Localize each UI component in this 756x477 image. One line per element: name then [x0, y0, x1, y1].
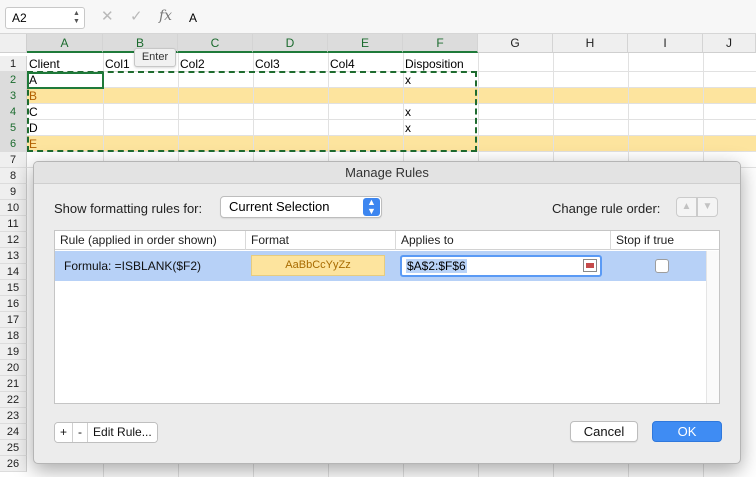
active-cell-outline — [27, 72, 104, 89]
cell-f5[interactable]: x — [403, 120, 411, 136]
row-header-1[interactable]: 1 — [0, 56, 27, 72]
rules-scope-select[interactable]: Current Selection ▲ ▼ — [220, 196, 382, 218]
arrow-down-icon: ▼ — [702, 201, 713, 212]
row-header-8[interactable]: 8 — [0, 168, 27, 184]
column-header-e[interactable]: E — [328, 34, 403, 53]
row-header-4[interactable]: 4 — [0, 104, 27, 120]
row-header-7[interactable]: 7 — [0, 152, 27, 168]
row-header-21[interactable]: 21 — [0, 376, 27, 392]
cell-f2[interactable]: x — [403, 72, 411, 88]
cell-a6[interactable]: E — [27, 136, 37, 152]
format-preview: AaBbCcYyZz — [251, 255, 385, 276]
formula-input[interactable]: A — [189, 11, 197, 25]
rules-scope-value: Current Selection — [229, 199, 330, 214]
confirm-entry-icon[interactable]: ✓ — [130, 8, 143, 26]
cell-e1[interactable]: Col4 — [328, 56, 355, 72]
rules-table: Rule (applied in order shown) Format App… — [54, 230, 720, 404]
formula-bar: A2 ▲ ▼ ✕ ✓ fx A — [0, 0, 756, 34]
remove-rule-button[interactable]: - — [73, 423, 89, 442]
cell-d1[interactable]: Col3 — [253, 56, 280, 72]
row-header-20[interactable]: 20 — [0, 360, 27, 376]
cell-a3[interactable]: B — [27, 88, 37, 104]
rules-table-header: Rule (applied in order shown) Format App… — [55, 231, 719, 250]
row-header-5[interactable]: 5 — [0, 120, 27, 136]
gridline — [27, 151, 756, 152]
select-all-corner[interactable] — [0, 34, 27, 53]
rules-table-scrollbar[interactable] — [706, 251, 719, 403]
cell-a1[interactable]: Client — [27, 56, 60, 72]
name-box-stepper-icon[interactable]: ▲ ▼ — [72, 10, 81, 26]
stop-if-true-checkbox[interactable] — [655, 259, 669, 273]
gridline — [27, 135, 756, 136]
row-header-15[interactable]: 15 — [0, 280, 27, 296]
cancel-entry-icon[interactable]: ✕ — [101, 8, 114, 26]
gridline — [27, 119, 756, 120]
column-header-i[interactable]: I — [628, 34, 703, 53]
row-header-12[interactable]: 12 — [0, 232, 27, 248]
manage-rules-dialog: Manage Rules Show formatting rules for: … — [33, 161, 741, 464]
row-header-2[interactable]: 2 — [0, 72, 27, 88]
column-header-d[interactable]: D — [253, 34, 328, 53]
show-rules-label: Show formatting rules for: — [54, 201, 203, 216]
applies-to-input[interactable]: $A$2:$F$6 — [400, 255, 602, 277]
move-rule-down-button[interactable]: ▼ — [697, 197, 718, 217]
column-header-g[interactable]: G — [478, 34, 553, 53]
cell-f4[interactable]: x — [403, 104, 411, 120]
row-highlight-6 — [27, 136, 756, 152]
chevron-updown-icon[interactable]: ▲ ▼ — [363, 198, 380, 216]
cell-a4[interactable]: C — [27, 104, 38, 120]
cell-b1[interactable]: Col1 — [103, 56, 130, 72]
row-header-14[interactable]: 14 — [0, 264, 27, 280]
mode-tooltip: Enter — [134, 48, 176, 67]
rule-order-label: Change rule order: — [552, 201, 661, 216]
row-header-19[interactable]: 19 — [0, 344, 27, 360]
edit-rule-button[interactable]: Edit Rule... — [88, 423, 157, 442]
add-rule-button[interactable]: + — [55, 423, 74, 442]
cell-c1[interactable]: Col2 — [178, 56, 205, 72]
row-header-18[interactable]: 18 — [0, 328, 27, 344]
dialog-title: Manage Rules — [34, 162, 740, 184]
rule-formula: Formula: =ISBLANK($F2) — [64, 259, 202, 273]
name-box-value: A2 — [12, 11, 27, 25]
range-picker-icon[interactable] — [583, 259, 597, 272]
row-header-23[interactable]: 23 — [0, 408, 27, 424]
insert-function-icon[interactable]: fx — [159, 8, 172, 24]
row-header-3[interactable]: 3 — [0, 88, 27, 104]
column-header-c[interactable]: C — [178, 34, 253, 53]
move-rule-up-button[interactable]: ▲ — [676, 197, 697, 217]
row-header-25[interactable]: 25 — [0, 440, 27, 456]
row-header-13[interactable]: 13 — [0, 248, 27, 264]
header-rule[interactable]: Rule (applied in order shown) — [55, 231, 246, 250]
column-header-h[interactable]: H — [553, 34, 628, 53]
row-header-17[interactable]: 17 — [0, 312, 27, 328]
row-header-16[interactable]: 16 — [0, 296, 27, 312]
row-highlight-3 — [27, 88, 756, 104]
cancel-button[interactable]: Cancel — [570, 421, 638, 442]
row-header-6[interactable]: 6 — [0, 136, 27, 152]
applies-to-value: $A$2:$F$6 — [406, 259, 467, 273]
gridline — [27, 103, 756, 104]
row-header-26[interactable]: 26 — [0, 456, 27, 472]
row-header-24[interactable]: 24 — [0, 424, 27, 440]
row-header-11[interactable]: 11 — [0, 216, 27, 232]
ok-button[interactable]: OK — [652, 421, 722, 442]
gridline — [27, 71, 756, 72]
arrow-up-icon: ▲ — [681, 201, 692, 212]
rule-row[interactable]: Formula: =ISBLANK($F2) AaBbCcYyZz $A$2:$… — [55, 251, 706, 281]
rule-actions-group: + - Edit Rule... — [54, 422, 158, 443]
cell-a5[interactable]: D — [27, 120, 38, 136]
column-header-f[interactable]: F — [403, 34, 478, 53]
header-stop-if-true[interactable]: Stop if true — [611, 231, 719, 250]
name-box[interactable]: A2 ▲ ▼ — [5, 7, 85, 29]
column-header-a[interactable]: A — [27, 34, 103, 53]
row-header-22[interactable]: 22 — [0, 392, 27, 408]
header-format[interactable]: Format — [246, 231, 396, 250]
cell-f1[interactable]: Disposition — [403, 56, 464, 72]
row-header-9[interactable]: 9 — [0, 184, 27, 200]
column-header-j[interactable]: J — [703, 34, 756, 53]
row-header-10[interactable]: 10 — [0, 200, 27, 216]
header-applies-to[interactable]: Applies to — [396, 231, 611, 250]
gridline — [27, 87, 756, 88]
